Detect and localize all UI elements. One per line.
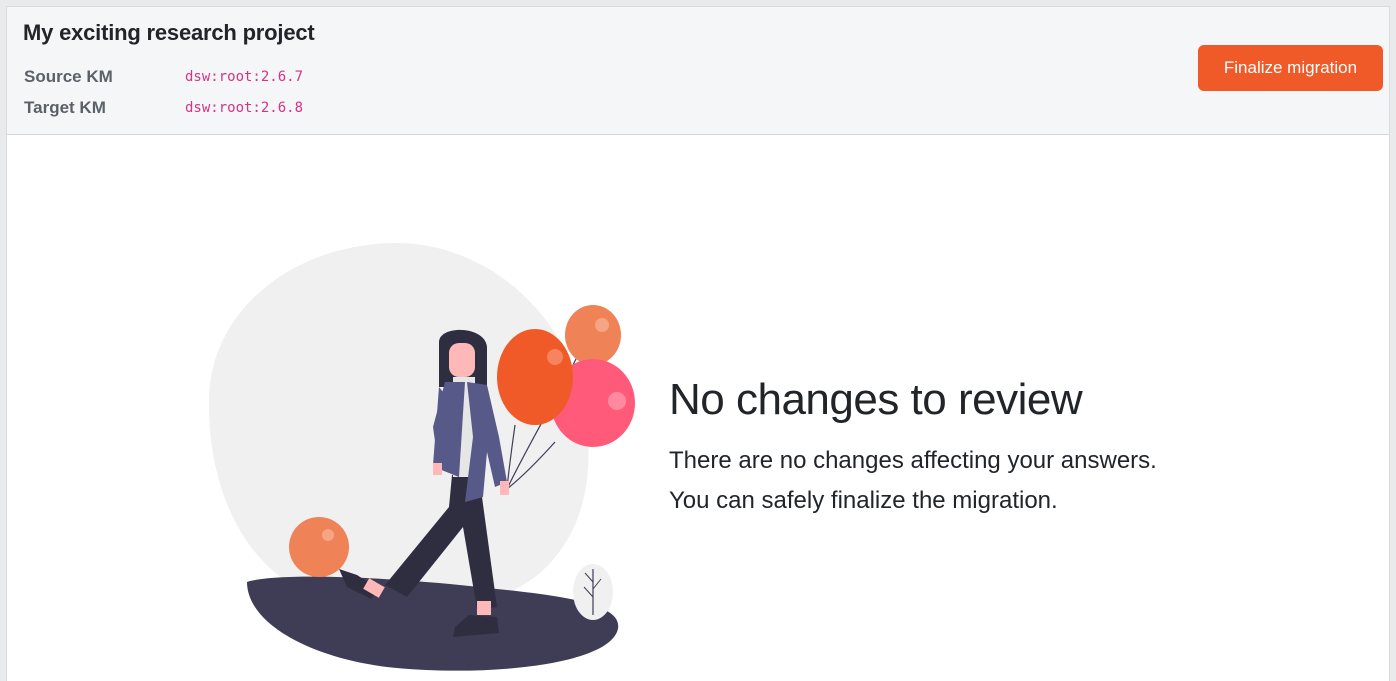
empty-state-line-2: You can safely finalize the migration. <box>669 487 1058 514</box>
source-km-label: Source KM <box>24 67 113 86</box>
target-km-value: dsw:root:2.6.8 <box>185 100 304 116</box>
empty-state-title: No changes to review <box>669 375 1083 424</box>
target-km-label: Target KM <box>24 98 106 117</box>
empty-state-message: No changes to review There are no change… <box>669 375 1157 521</box>
empty-state-line-1: There are no changes affecting your answ… <box>669 447 1157 474</box>
balloon-red <box>497 329 573 425</box>
finalize-migration-button[interactable]: Finalize migration <box>1198 45 1383 91</box>
ground-shape <box>247 576 619 671</box>
balloon-orange-low <box>289 517 349 577</box>
migration-header: My exciting research project Source KM d… <box>7 7 1389 135</box>
source-km-value: dsw:root:2.6.7 <box>185 69 304 85</box>
plant-icon <box>573 564 613 620</box>
woman-with-balloons-illustration <box>197 237 647 677</box>
project-title: My exciting research project <box>23 20 315 45</box>
balloon-orange-top <box>565 305 621 365</box>
migration-window: My exciting research project Source KM d… <box>6 6 1390 681</box>
